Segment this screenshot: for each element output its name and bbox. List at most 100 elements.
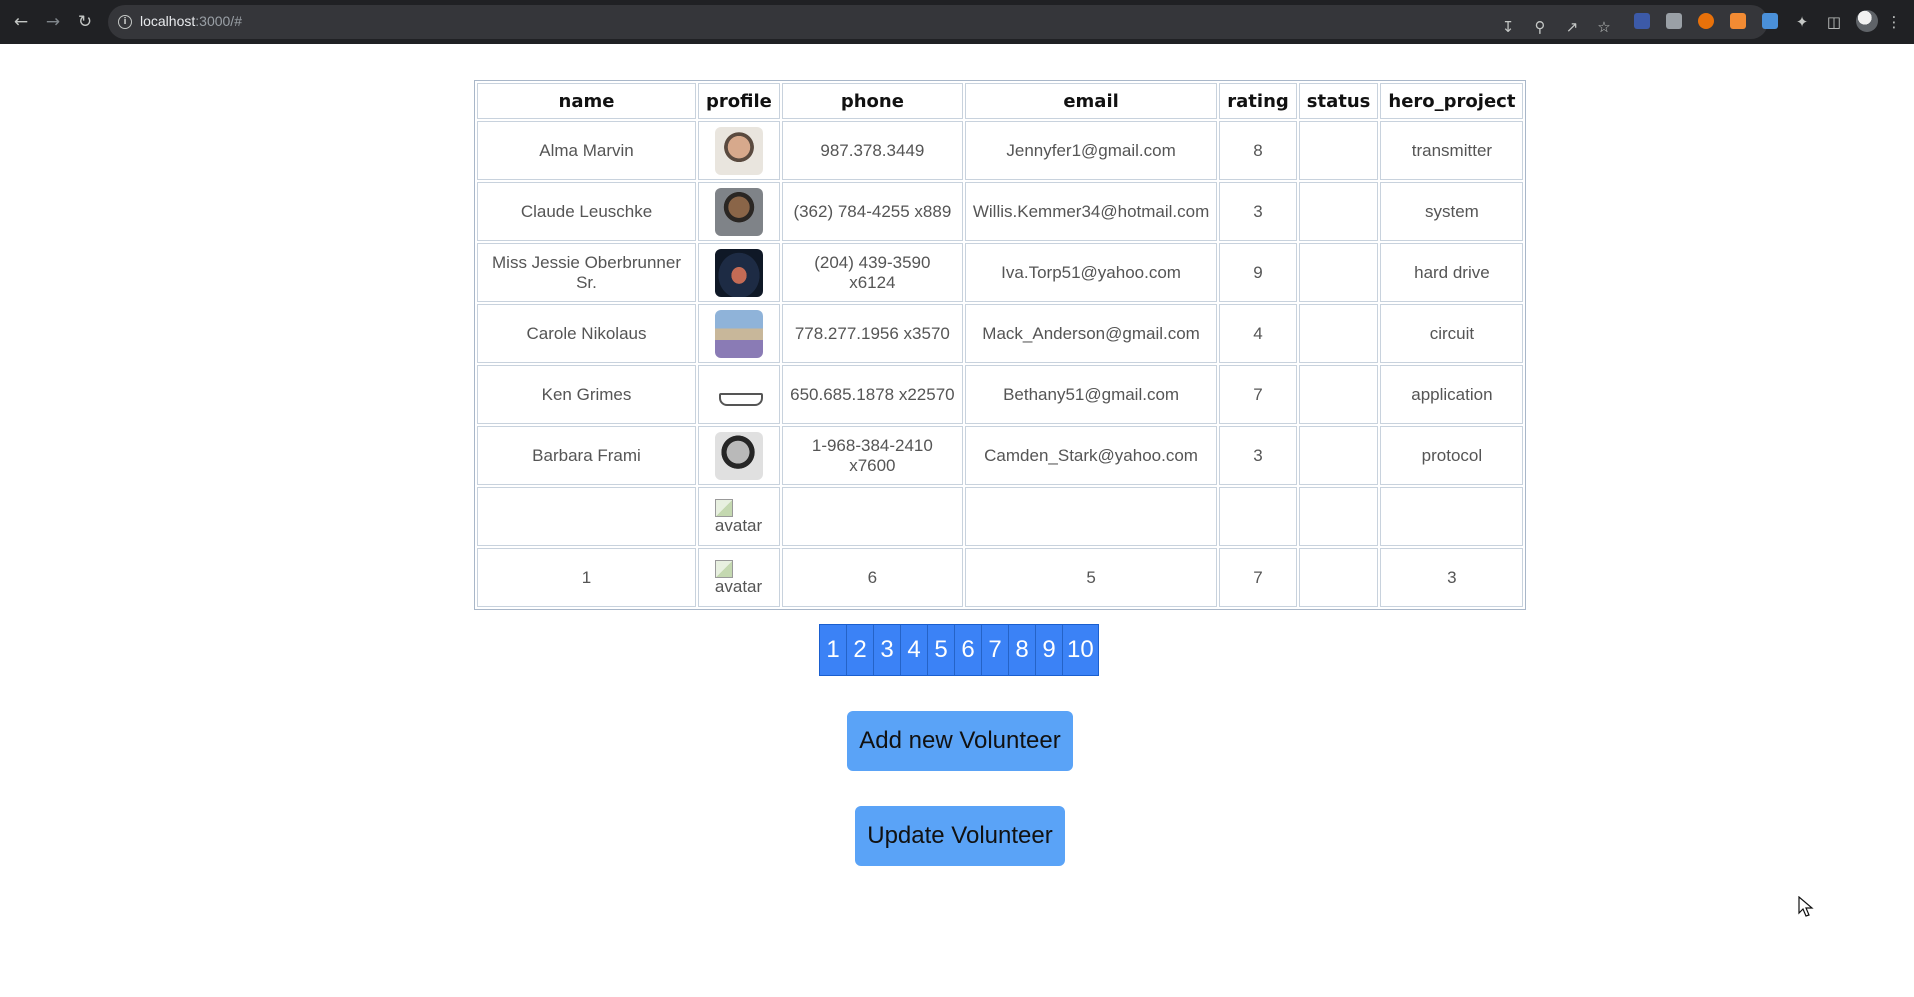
- page-button-6[interactable]: 6: [955, 625, 982, 675]
- volunteer-table: name profile phone email rating status h…: [474, 80, 1527, 610]
- cell-hero-project: transmitter: [1380, 121, 1524, 180]
- update-volunteer-button[interactable]: Update Volunteer: [855, 806, 1065, 866]
- header-profile[interactable]: profile: [698, 83, 780, 119]
- page-button-4[interactable]: 4: [901, 625, 928, 675]
- cell-email: Camden_Stark@yahoo.com: [964, 426, 1218, 485]
- page-button-8[interactable]: 8: [1009, 625, 1036, 675]
- cell-rating: 9: [1219, 243, 1297, 302]
- cell-profile: [698, 426, 780, 485]
- header-email[interactable]: email: [964, 83, 1218, 119]
- cell-email: Bethany51@gmail.com: [964, 365, 1218, 424]
- cell-phone: 650.685.1878 x22570: [781, 365, 963, 424]
- profile-photo: [714, 431, 763, 480]
- broken-image-icon: avatar: [714, 559, 763, 596]
- table-row[interactable]: Barbara Frami 1-968-384-2410 x7600 Camde…: [477, 426, 1524, 485]
- info-icon[interactable]: i: [118, 15, 132, 29]
- cell-name: Barbara Frami: [477, 426, 696, 485]
- url-text: localhost:3000/#: [140, 13, 242, 29]
- pagination: 1 2 3 4 5 6 7 8 9 10: [819, 624, 1099, 676]
- cell-email: Jennyfer1@gmail.com: [964, 121, 1218, 180]
- header-rating[interactable]: rating: [1219, 83, 1297, 119]
- cell-email: [964, 487, 1218, 546]
- cell-profile: [698, 121, 780, 180]
- page-button-3[interactable]: 3: [874, 625, 901, 675]
- add-volunteer-button[interactable]: Add new Volunteer: [847, 711, 1073, 771]
- cell-profile: avatar: [698, 548, 780, 607]
- table-row[interactable]: avatar: [477, 487, 1524, 546]
- extensions-puzzle-icon[interactable]: ✦: [1792, 12, 1812, 32]
- extension-eye-icon[interactable]: [1762, 13, 1778, 29]
- cell-hero-project: [1380, 487, 1524, 546]
- cell-hero-project: hard drive: [1380, 243, 1524, 302]
- zoom-icon[interactable]: ⚲: [1530, 17, 1550, 37]
- address-bar[interactable]: i localhost:3000/# ↧ ⚲ ↗ ☆: [108, 5, 1768, 39]
- back-arrow-icon[interactable]: ←: [10, 11, 32, 33]
- bookmark-star-icon[interactable]: ☆: [1594, 17, 1614, 37]
- url-host: localhost: [140, 13, 196, 29]
- header-phone[interactable]: phone: [781, 83, 963, 119]
- cell-hero-project: 3: [1380, 548, 1524, 607]
- mouse-cursor-icon: [1798, 895, 1814, 922]
- cell-profile: avatar: [698, 487, 780, 546]
- table-row[interactable]: Ken Grimes 650.685.1878 x22570 Bethany51…: [477, 365, 1524, 424]
- cell-status: [1298, 121, 1379, 180]
- menu-dots-icon[interactable]: ⋮: [1884, 12, 1904, 32]
- cell-name: [477, 487, 696, 546]
- cell-rating: 4: [1219, 304, 1297, 363]
- page-button-2[interactable]: 2: [847, 625, 874, 675]
- table-row[interactable]: Carole Nikolaus 778.277.1956 x3570 Mack_…: [477, 304, 1524, 363]
- cell-email: Mack_Anderson@gmail.com: [964, 304, 1218, 363]
- cell-profile: [698, 304, 780, 363]
- cell-rating: 7: [1219, 548, 1297, 607]
- cell-hero-project: circuit: [1380, 304, 1524, 363]
- forward-arrow-icon[interactable]: →: [42, 11, 64, 33]
- cell-phone: 1-968-384-2410 x7600: [781, 426, 963, 485]
- header-name[interactable]: name: [477, 83, 696, 119]
- cell-phone: 6: [781, 548, 963, 607]
- cell-name: Miss Jessie Oberbrunner Sr.: [477, 243, 696, 302]
- profile-photo: [714, 370, 763, 419]
- table-row[interactable]: Claude Leuschke (362) 784-4255 x889 Will…: [477, 182, 1524, 241]
- reload-icon[interactable]: ↻: [74, 11, 96, 33]
- cell-hero-project: application: [1380, 365, 1524, 424]
- cell-profile: [698, 243, 780, 302]
- header-status[interactable]: status: [1298, 83, 1379, 119]
- profile-photo: [714, 309, 763, 358]
- page-button-1[interactable]: 1: [820, 625, 847, 675]
- table-row[interactable]: Miss Jessie Oberbrunner Sr. (204) 439-35…: [477, 243, 1524, 302]
- share-icon[interactable]: ↗: [1562, 17, 1582, 37]
- cell-name: Alma Marvin: [477, 121, 696, 180]
- install-icon[interactable]: ↧: [1498, 17, 1518, 37]
- cell-name: Claude Leuschke: [477, 182, 696, 241]
- table-row[interactable]: Alma Marvin 987.378.3449 Jennyfer1@gmail…: [477, 121, 1524, 180]
- cell-email: 5: [964, 548, 1218, 607]
- cell-status: [1298, 548, 1379, 607]
- extension-flag-icon[interactable]: [1634, 13, 1650, 29]
- profile-photo: [714, 126, 763, 175]
- extension-shield-icon[interactable]: [1698, 13, 1714, 29]
- page-button-5[interactable]: 5: [928, 625, 955, 675]
- profile-avatar-icon[interactable]: [1856, 10, 1878, 32]
- cell-phone: (204) 439-3590 x6124: [781, 243, 963, 302]
- cell-rating: 7: [1219, 365, 1297, 424]
- extension-note-icon[interactable]: [1666, 13, 1682, 29]
- cell-status: [1298, 182, 1379, 241]
- cell-name: 1: [477, 548, 696, 607]
- cell-rating: 3: [1219, 182, 1297, 241]
- cell-status: [1298, 243, 1379, 302]
- extension-fox-icon[interactable]: [1730, 13, 1746, 29]
- page-button-10[interactable]: 10: [1063, 625, 1098, 675]
- cell-name: Ken Grimes: [477, 365, 696, 424]
- browser-toolbar: ← → ↻ i localhost:3000/# ↧ ⚲ ↗ ☆ ✦ ◫ ⋮: [0, 0, 1914, 44]
- header-hero-project[interactable]: hero_project: [1380, 83, 1524, 119]
- cell-rating: [1219, 487, 1297, 546]
- cell-hero-project: system: [1380, 182, 1524, 241]
- cell-status: [1298, 487, 1379, 546]
- side-panel-icon[interactable]: ◫: [1824, 12, 1844, 32]
- table-row[interactable]: 1 avatar 6 5 7 3: [477, 548, 1524, 607]
- broken-image-icon: avatar: [714, 498, 763, 535]
- page-button-9[interactable]: 9: [1036, 625, 1063, 675]
- page-button-7[interactable]: 7: [982, 625, 1009, 675]
- profile-photo: [714, 187, 763, 236]
- cell-email: Willis.Kemmer34@hotmail.com: [964, 182, 1218, 241]
